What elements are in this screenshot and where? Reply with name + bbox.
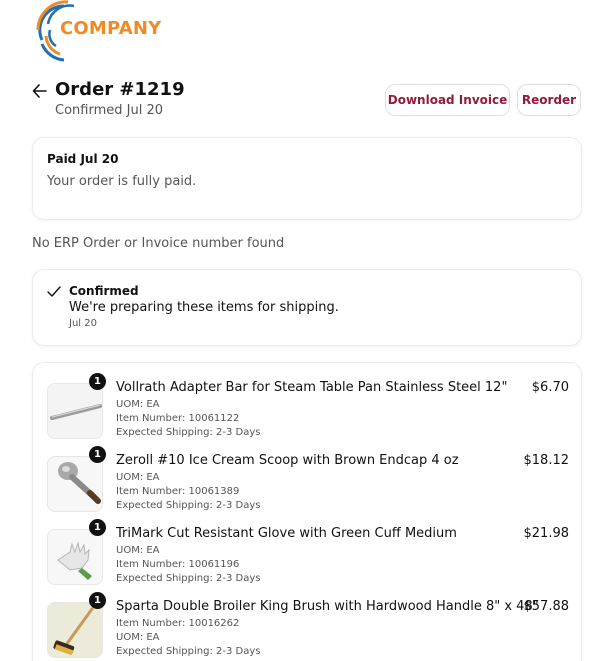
item-shipping: Expected Shipping: 2-3 Days bbox=[116, 500, 261, 511]
item-shipping: Expected Shipping: 2-3 Days bbox=[116, 646, 261, 657]
list-item[interactable]: 1 TriMark Cut Resistant Glove with Green… bbox=[47, 519, 570, 591]
quantity-badge: 1 bbox=[89, 592, 106, 609]
adapter-bar-image bbox=[47, 383, 103, 439]
reorder-button[interactable]: Reorder bbox=[517, 84, 581, 116]
logo-text: COMPANY bbox=[60, 18, 162, 39]
broiler-brush-image bbox=[47, 602, 103, 658]
item-number: Item Number: 10061196 bbox=[116, 559, 240, 570]
glove-image bbox=[47, 529, 103, 585]
page-title: Order #1219 bbox=[55, 79, 185, 100]
ice-cream-scoop-image bbox=[47, 456, 103, 512]
order-confirmed-date: Confirmed Jul 20 bbox=[55, 103, 163, 118]
status-text: We're preparing these items for shipping… bbox=[69, 300, 339, 315]
order-header: Order #1219 Confirmed Jul 20 Download In… bbox=[32, 79, 582, 120]
quantity-badge: 1 bbox=[89, 446, 106, 463]
item-price: $21.98 bbox=[523, 526, 570, 541]
payment-card: Paid Jul 20 Your order is fully paid. bbox=[32, 137, 582, 220]
list-item[interactable]: 1 Zeroll #10 Ice Cream Scoop with Brown … bbox=[47, 446, 570, 518]
item-price: $6.70 bbox=[531, 380, 569, 395]
order-items-card: 1 Vollrath Adapter Bar for Steam Table P… bbox=[32, 362, 582, 661]
status-title: Confirmed bbox=[69, 284, 139, 298]
item-number: Item Number: 10061389 bbox=[116, 486, 240, 497]
item-name: Zeroll #10 Ice Cream Scoop with Brown En… bbox=[116, 453, 459, 468]
fulfillment-status-card: Confirmed We're preparing these items fo… bbox=[32, 269, 582, 346]
item-name: Sparta Double Broiler King Brush with Ha… bbox=[116, 599, 539, 614]
quantity-badge: 1 bbox=[89, 373, 106, 390]
item-name: TriMark Cut Resistant Glove with Green C… bbox=[116, 526, 457, 541]
checkmark-icon bbox=[47, 286, 61, 297]
status-date: Jul 20 bbox=[69, 318, 97, 329]
item-number: Item Number: 10061122 bbox=[116, 413, 240, 424]
item-price: $18.12 bbox=[523, 453, 570, 468]
item-uom: UOM: EA bbox=[116, 472, 160, 483]
item-uom: UOM: EA bbox=[116, 545, 160, 556]
item-uom: UOM: EA bbox=[116, 399, 160, 410]
list-item[interactable]: 1 Vollrath Adapter Bar for Steam Table P… bbox=[47, 373, 569, 445]
item-number: Item Number: 10016262 bbox=[116, 618, 240, 629]
back-arrow-icon[interactable] bbox=[32, 82, 48, 100]
list-item[interactable]: 1 Sparta Double Broiler King Brush with … bbox=[47, 592, 570, 661]
download-invoice-button[interactable]: Download Invoice bbox=[385, 84, 510, 116]
item-name: Vollrath Adapter Bar for Steam Table Pan… bbox=[116, 380, 508, 395]
company-logo: COMPANY bbox=[34, 0, 162, 62]
quantity-badge: 1 bbox=[89, 519, 106, 536]
item-uom: UOM: EA bbox=[116, 632, 160, 643]
payment-status-text: Your order is fully paid. bbox=[47, 174, 197, 189]
erp-note: No ERP Order or Invoice number found bbox=[32, 236, 285, 251]
payment-title: Paid Jul 20 bbox=[47, 152, 119, 166]
item-price: $57.88 bbox=[523, 599, 570, 614]
item-shipping: Expected Shipping: 2-3 Days bbox=[116, 427, 261, 438]
item-shipping: Expected Shipping: 2-3 Days bbox=[116, 573, 261, 584]
